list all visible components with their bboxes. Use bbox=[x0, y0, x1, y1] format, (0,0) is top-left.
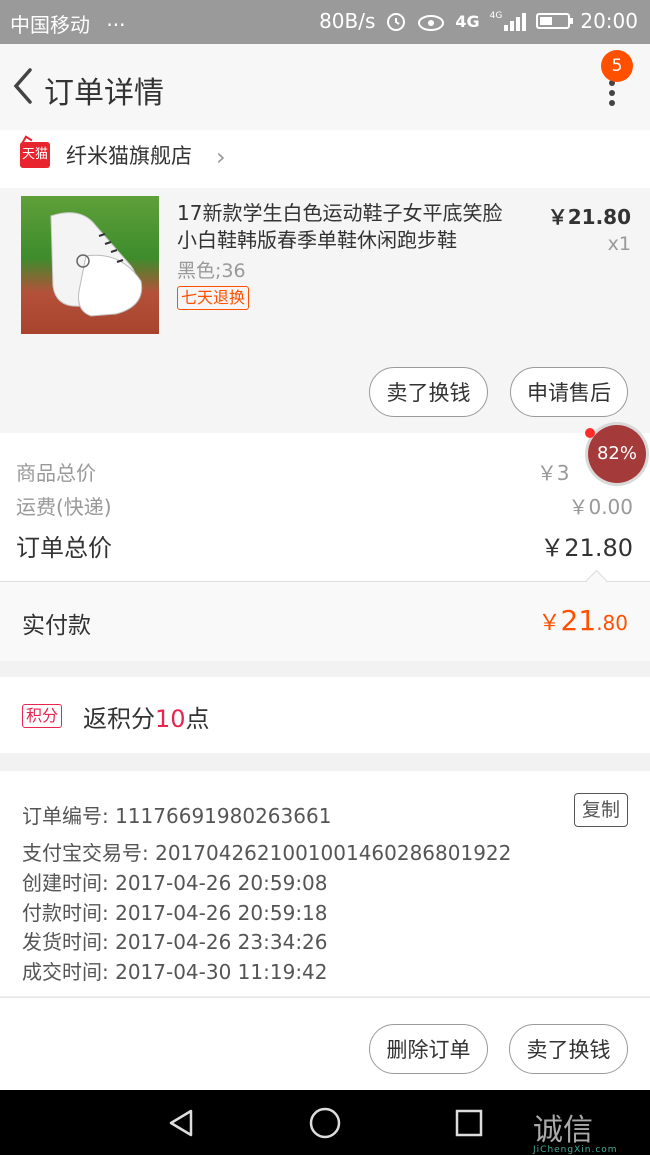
points-amount: 10 bbox=[155, 705, 186, 733]
paid-integer: 21 bbox=[560, 604, 597, 637]
status-left: 中国移动 ··· bbox=[10, 9, 125, 38]
status-bar: 中国移动 ··· 80B/s 4G 4G 20:00 bbox=[0, 0, 650, 44]
order-number: 订单编号: 11176691980263661 bbox=[22, 804, 332, 828]
points-text: 返积分10点 bbox=[83, 699, 210, 734]
points-tag: 积分 bbox=[22, 704, 63, 728]
payment-time: 付款时间: 2017-04-26 20:59:18 bbox=[22, 901, 328, 925]
network-type-2: 4G bbox=[489, 11, 503, 21]
back-arrow-icon[interactable] bbox=[8, 66, 38, 106]
status-right: 80B/s 4G 4G 20:00 bbox=[319, 9, 638, 33]
notification-dots: ··· bbox=[106, 13, 126, 37]
product-title[interactable]: 17新款学生白色运动鞋子女平底笑脸小白鞋韩版春季单鞋休闲跑步鞋 bbox=[177, 200, 517, 254]
shoe-illustration bbox=[50, 212, 143, 317]
actual-paid-label: 实付款 bbox=[22, 613, 91, 639]
system-nav-bar: 诚信 JiChengXin.com bbox=[0, 1090, 650, 1155]
bottom-actions: 删除订单 卖了换钱 bbox=[0, 997, 650, 1091]
network-type: 4G bbox=[455, 11, 480, 31]
battery-icon bbox=[536, 13, 574, 29]
sell-for-cash-button[interactable]: 卖了换钱 bbox=[369, 367, 488, 417]
product-variant: 黑色;36 bbox=[177, 260, 246, 282]
shipping-time: 发货时间: 2017-04-26 23:34:26 bbox=[22, 930, 328, 954]
product-image[interactable] bbox=[21, 196, 159, 334]
paid-decimal: .80 bbox=[596, 611, 628, 635]
eye-icon bbox=[418, 15, 445, 31]
nav-recents-icon[interactable] bbox=[454, 1108, 484, 1138]
header: 订单详情 bbox=[0, 44, 650, 130]
watermark-logo: 诚信 JiChengXin.com bbox=[533, 1105, 618, 1155]
return-policy-tag: 七天退换 bbox=[177, 286, 250, 310]
sell-for-cash-button-2[interactable]: 卖了换钱 bbox=[509, 1024, 628, 1074]
tmall-logo-icon: 天猫 bbox=[20, 142, 50, 168]
store-row[interactable]: 天猫 纤米猫旗舰店 › bbox=[0, 130, 650, 188]
goods-total-head: ￥3 bbox=[536, 461, 570, 485]
red-dot-icon bbox=[585, 428, 595, 438]
points-suffix: 点 bbox=[185, 705, 210, 733]
carrier-label: 中国移动 bbox=[10, 13, 90, 37]
paid-currency: ￥ bbox=[538, 611, 561, 636]
page-title: 订单详情 bbox=[44, 76, 164, 111]
completed-time: 成交时间: 2017-04-30 11:19:42 bbox=[22, 960, 328, 984]
alipay-trade-number: 支付宝交易号: 2017042621001001460286801922 bbox=[22, 841, 512, 865]
nav-back-icon[interactable] bbox=[165, 1107, 197, 1139]
shipping-value: ￥0.00 bbox=[568, 495, 633, 519]
order-total-value: ￥21.80 bbox=[540, 534, 633, 562]
chevron-right-icon: › bbox=[216, 143, 226, 171]
network-speed: 80B/s bbox=[319, 9, 376, 33]
watermark-text: 诚信 bbox=[533, 1113, 593, 1148]
product-price: ￥21.80 bbox=[547, 205, 631, 229]
order-total-label: 订单总价 bbox=[16, 534, 112, 562]
delete-order-button[interactable]: 删除订单 bbox=[369, 1024, 488, 1074]
points-prefix: 返积分 bbox=[83, 705, 155, 733]
copy-button[interactable]: 复制 bbox=[574, 793, 628, 827]
created-time: 创建时间: 2017-04-26 20:59:08 bbox=[22, 871, 328, 895]
actual-paid-value: ￥21.80 bbox=[539, 604, 628, 637]
store-name: 纤米猫旗舰店 bbox=[66, 144, 192, 168]
signal-icon: 4G bbox=[490, 11, 527, 31]
product-quantity: x1 bbox=[607, 233, 631, 255]
notification-badge: 5 bbox=[601, 50, 633, 82]
apply-after-sales-button[interactable]: 申请售后 bbox=[510, 367, 628, 417]
shipping-label: 运费(快递) bbox=[16, 495, 112, 519]
actual-paid-row: 实付款 ￥21.80 bbox=[0, 581, 650, 661]
goods-total-label: 商品总价 bbox=[16, 461, 96, 485]
price-summary: 商品总价 ￥300 运费(快递) ￥0.00 订单总价 ￥21.80 bbox=[0, 433, 650, 581]
nav-home-icon[interactable] bbox=[308, 1106, 342, 1140]
points-row: 积分 返积分10点 bbox=[0, 677, 650, 753]
alarm-icon bbox=[387, 13, 406, 31]
memory-percent-bubble[interactable]: 82% bbox=[588, 425, 646, 483]
order-info: 订单编号: 11176691980263661 支付宝交易号: 20170426… bbox=[0, 771, 650, 996]
product-card[interactable]: 17新款学生白色运动鞋子女平底笑脸小白鞋韩版春季单鞋休闲跑步鞋 黑色;36 七天… bbox=[0, 188, 650, 433]
clock: 20:00 bbox=[580, 9, 638, 33]
watermark-sub: JiChengXin.com bbox=[533, 1145, 618, 1155]
